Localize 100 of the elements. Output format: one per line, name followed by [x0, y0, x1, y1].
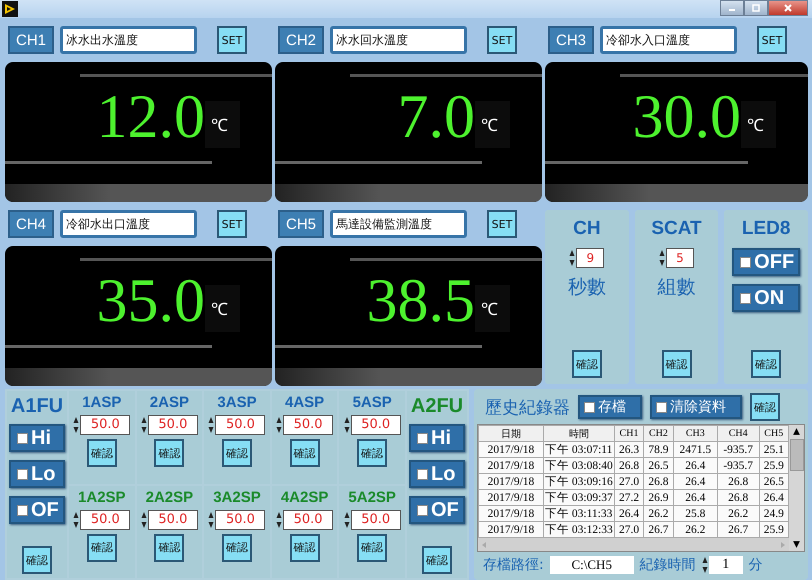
- table-cell: -935.7: [717, 458, 760, 474]
- spinner-arrows-icon[interactable]: [276, 415, 282, 435]
- number-field[interactable]: 50.0: [215, 415, 266, 435]
- set-button[interactable]: SET: [487, 26, 517, 54]
- number-field[interactable]: 9: [576, 248, 604, 268]
- confirm-button[interactable]: 確認: [357, 439, 388, 467]
- channel-button[interactable]: CH2: [278, 26, 324, 54]
- table-cell: 2017/9/18: [478, 506, 544, 522]
- channel-name-field[interactable]: 冰水回水溫度: [330, 26, 467, 54]
- confirm-button[interactable]: 確認: [422, 546, 452, 574]
- spinner-arrows-icon[interactable]: [140, 510, 147, 530]
- spinner-arrows-icon[interactable]: [140, 415, 147, 435]
- table-cell: 25.8: [673, 506, 718, 522]
- toggle-button[interactable]: Lo: [9, 460, 65, 488]
- channel-button[interactable]: CH4: [8, 210, 54, 238]
- confirm-button[interactable]: 確認: [222, 534, 252, 562]
- channel-button[interactable]: CH5: [278, 210, 324, 238]
- number-field[interactable]: 5: [666, 248, 694, 268]
- channel-button[interactable]: CH1: [8, 26, 54, 54]
- number-field[interactable]: 50.0: [80, 415, 130, 435]
- unit-label: 分: [748, 556, 763, 574]
- table-cell: 26.4: [673, 458, 718, 474]
- spinner-arrows-icon[interactable]: [208, 510, 214, 530]
- toggle-button[interactable]: Lo: [409, 460, 465, 488]
- close-icon: [783, 3, 793, 13]
- set-button[interactable]: SET: [487, 210, 517, 238]
- spinner-arrows-icon[interactable]: [569, 248, 576, 268]
- number-field[interactable]: 50.0: [350, 415, 401, 435]
- number-field[interactable]: 50.0: [148, 415, 198, 435]
- spinner-arrows-icon[interactable]: [208, 415, 214, 435]
- spinner-arrows-icon[interactable]: [702, 555, 708, 575]
- scroll-down-icon[interactable]: [792, 540, 801, 549]
- spinner-arrows-icon[interactable]: [73, 510, 80, 530]
- table-cell: 24.9: [759, 506, 788, 522]
- channel-name-field[interactable]: 冷卻水出口溫度: [60, 210, 197, 238]
- confirm-button[interactable]: 確認: [222, 439, 252, 467]
- number-field[interactable]: 50.0: [148, 510, 198, 530]
- table-cell: 26.3: [614, 442, 644, 458]
- table-cell: 26.7: [717, 522, 760, 538]
- spinner-arrows-icon[interactable]: [659, 248, 665, 268]
- unit-label: ℃: [475, 100, 510, 148]
- set-button[interactable]: SET: [217, 210, 247, 238]
- number-field[interactable]: 50.0: [80, 510, 130, 530]
- column-header: CH3: [673, 426, 718, 442]
- card-title: SCAT: [651, 218, 702, 240]
- confirm-button[interactable]: 確認: [751, 350, 782, 378]
- confirm-button[interactable]: 確認: [357, 534, 388, 562]
- clear-toggle[interactable]: 清除資料: [650, 395, 742, 419]
- panel-title: A2FU: [410, 395, 464, 418]
- confirm-button[interactable]: 確認: [572, 350, 602, 378]
- spinner-arrows-icon[interactable]: [344, 510, 350, 530]
- minimize-button[interactable]: [720, 0, 744, 16]
- number-field[interactable]: 50.0: [283, 415, 334, 435]
- spinner-arrows-icon[interactable]: [73, 415, 80, 435]
- scroll-up-icon[interactable]: [792, 427, 801, 436]
- number-field[interactable]: 50.0: [283, 510, 334, 530]
- confirm-button[interactable]: 確認: [86, 534, 117, 562]
- card-caption: 組數: [658, 275, 696, 300]
- close-button[interactable]: [768, 0, 808, 16]
- toggle-button[interactable]: OFF: [732, 248, 800, 276]
- setpoint-label: 5A2SP: [348, 488, 396, 506]
- setpoint-label: 3ASP: [217, 394, 257, 411]
- interval-label: 紀錄時間: [640, 556, 696, 574]
- vertical-scrollbar[interactable]: [789, 425, 804, 551]
- number-field[interactable]: 50.0: [350, 510, 401, 530]
- confirm-button[interactable]: 確認: [154, 534, 184, 562]
- confirm-button[interactable]: 確認: [290, 439, 320, 467]
- table-cell: 26.9: [644, 490, 674, 506]
- confirm-button[interactable]: 確認: [662, 350, 692, 378]
- path-label: 存檔路徑:: [483, 556, 544, 574]
- toggle-button[interactable]: Hi: [409, 424, 465, 452]
- channel-button[interactable]: CH3: [548, 26, 594, 54]
- table-cell: 27.2: [614, 490, 644, 506]
- confirm-button[interactable]: 確認: [290, 534, 320, 562]
- set-button[interactable]: SET: [217, 26, 247, 54]
- path-field[interactable]: C:\CH5: [550, 556, 634, 574]
- channel-name-field[interactable]: 馬達設備監測溫度: [330, 210, 467, 238]
- toggle-button[interactable]: Hi: [9, 424, 65, 452]
- toggle-button[interactable]: OF: [9, 496, 65, 524]
- confirm-button[interactable]: 確認: [86, 439, 117, 467]
- spinner-arrows-icon[interactable]: [344, 415, 350, 435]
- confirm-button[interactable]: 確認: [750, 393, 780, 421]
- spinner-arrows-icon[interactable]: [276, 510, 282, 530]
- channel-name-field[interactable]: 冰水出水溫度: [60, 26, 197, 54]
- unit-label: ℃: [205, 100, 240, 148]
- maximize-button[interactable]: [744, 0, 768, 16]
- confirm-button[interactable]: 確認: [154, 439, 184, 467]
- channel-name-field[interactable]: 冷卻水入口溫度: [600, 26, 737, 54]
- setpoint-label: 1A2SP: [78, 488, 126, 506]
- table-cell: 下午 03:12:33: [544, 522, 614, 538]
- scroll-thumb[interactable]: [790, 439, 804, 471]
- set-button[interactable]: SET: [757, 26, 787, 54]
- number-field[interactable]: 50.0: [215, 510, 266, 530]
- toggle-button[interactable]: ON: [732, 284, 800, 312]
- table-cell: 2017/9/18: [478, 474, 544, 490]
- interval-field[interactable]: 1: [708, 556, 743, 574]
- table-cell: 2017/9/18: [478, 522, 544, 538]
- toggle-button[interactable]: OF: [409, 496, 465, 524]
- confirm-button[interactable]: 確認: [22, 546, 52, 574]
- save-toggle[interactable]: 存檔: [578, 395, 642, 419]
